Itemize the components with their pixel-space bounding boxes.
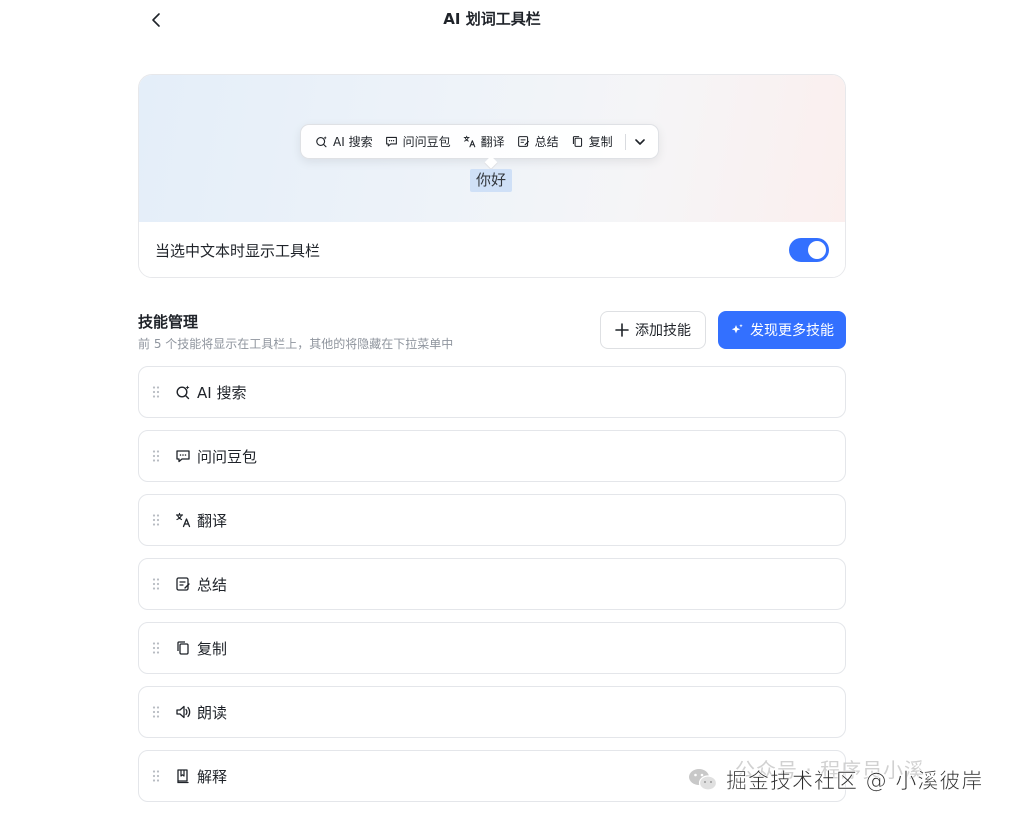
copy-icon: [572, 136, 582, 147]
watermark: 掘金技术社区 @ 小溪彼岸: [688, 760, 983, 800]
copy-icon: [177, 641, 189, 655]
skills-section-subtitle: 前 5 个技能将显示在工具栏上，其他的将隐藏在下拉菜单中: [138, 337, 454, 351]
show-toolbar-setting: 当选中文本时显示工具栏: [139, 222, 845, 277]
skill-item-ai-search[interactable]: AI 搜索: [138, 366, 846, 418]
book-icon: [177, 769, 189, 784]
toolbar-item-translate[interactable]: 翻译: [457, 133, 511, 150]
show-toolbar-toggle[interactable]: [789, 238, 829, 262]
toolbar-item-ask-doubao[interactable]: 问问豆包: [379, 133, 457, 150]
drag-handle-icon[interactable]: [151, 641, 161, 655]
toolbar-item-summary[interactable]: 总结: [511, 133, 565, 150]
translate-icon: [175, 512, 191, 528]
skill-item-summary[interactable]: 总结: [138, 558, 846, 610]
toolbar-item-label: 复制: [588, 135, 613, 149]
add-skill-button[interactable]: 添加技能: [600, 311, 706, 349]
translate-icon: [463, 135, 475, 148]
watermark-text: 掘金技术社区 @ 小溪彼岸: [726, 769, 984, 794]
preview-area: AI 搜索 问问豆包 翻译 总结 复制 你好: [139, 75, 845, 222]
ai-search-icon: [176, 385, 190, 400]
drag-handle-icon[interactable]: [151, 769, 161, 783]
speaker-icon: [176, 705, 191, 719]
plus-icon: [615, 323, 629, 337]
sparkle-icon: [731, 324, 743, 334]
toolbar-item-label: AI 搜索: [333, 135, 373, 149]
toolbar-item-label: 总结: [534, 135, 559, 149]
skill-label: 总结: [197, 575, 228, 594]
setting-label: 当选中文本时显示工具栏: [155, 241, 321, 260]
chat-icon: [385, 136, 397, 147]
discover-skills-label: 发现更多技能: [750, 323, 834, 339]
skills-section-title: 技能管理: [138, 313, 199, 331]
summary-icon: [517, 136, 529, 147]
selected-text-sample: 你好: [470, 169, 513, 192]
wechat-icon: [689, 769, 718, 791]
toolbar-item-label: 翻译: [480, 135, 505, 149]
floating-toolbar: AI 搜索 问问豆包 翻译 总结 复制: [300, 124, 659, 159]
discover-skills-button[interactable]: 发现更多技能: [718, 311, 846, 349]
summary-icon: [176, 577, 190, 591]
chevron-down-icon: [634, 138, 645, 145]
drag-handle-icon[interactable]: [151, 705, 161, 719]
skill-item-read-aloud[interactable]: 朗读: [138, 686, 846, 738]
drag-handle-icon[interactable]: [151, 577, 161, 591]
skill-label: 复制: [197, 639, 228, 658]
skill-label: 翻译: [197, 511, 228, 530]
drag-handle-icon[interactable]: [151, 449, 161, 463]
toolbar-item-ai-search[interactable]: AI 搜索: [309, 133, 379, 150]
skill-item-translate[interactable]: 翻译: [138, 494, 846, 546]
skill-label: 解释: [197, 767, 228, 786]
toolbar-item-label: 问问豆包: [402, 135, 451, 149]
toolbar-item-copy[interactable]: 复制: [565, 133, 619, 150]
skill-label: 问问豆包: [197, 447, 258, 466]
chat-icon: [176, 450, 190, 463]
drag-handle-icon[interactable]: [151, 513, 161, 527]
drag-handle-icon[interactable]: [151, 385, 161, 399]
skill-label: AI 搜索: [197, 383, 247, 402]
ai-search-icon: [316, 136, 327, 148]
settings-page: AI 划词工具栏 AI 搜索 问问豆包 翻译 总结 复制 你好 当选中文本时显示…: [0, 0, 1031, 818]
skill-item-ask-doubao[interactable]: 问问豆包: [138, 430, 846, 482]
toolbar-more-button[interactable]: [630, 136, 650, 148]
page-title: AI 划词工具栏: [443, 10, 541, 28]
toggle-knob: [808, 241, 826, 259]
add-skill-label: 添加技能: [635, 323, 691, 339]
toolbar-preview-card: AI 搜索 问问豆包 翻译 总结 复制 你好 当选中文本时显示工具栏: [138, 74, 846, 278]
toolbar-divider: [624, 133, 626, 150]
skill-item-copy[interactable]: 复制: [138, 622, 846, 674]
skill-label: 朗读: [197, 703, 228, 722]
